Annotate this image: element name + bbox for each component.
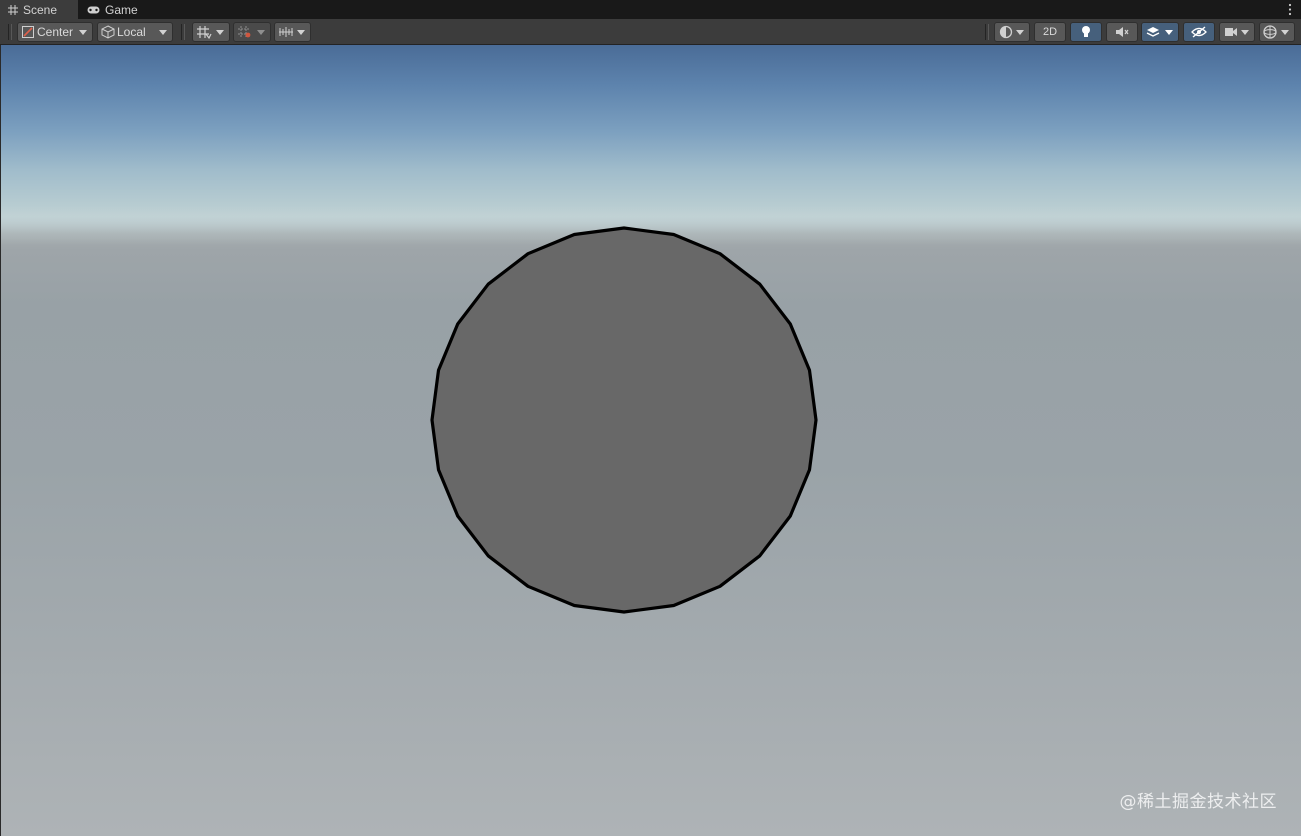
chevron-down-icon	[159, 30, 167, 35]
effects-dropdown[interactable]	[1141, 22, 1179, 42]
scene-toolbar: Center Local 2D	[0, 19, 1301, 45]
shaded-sphere-icon	[999, 25, 1013, 39]
gizmo-orb-icon	[1263, 25, 1277, 39]
layers-effects-icon	[1146, 27, 1160, 37]
sphere-object[interactable]	[429, 225, 819, 615]
camera-dropdown[interactable]	[1219, 22, 1255, 42]
chevron-down-icon	[1281, 30, 1289, 35]
tab-strip: Scene Game	[0, 0, 1301, 19]
grid-icon	[8, 5, 18, 15]
gizmos-dropdown[interactable]	[1259, 22, 1295, 42]
toolbar-grip	[8, 24, 12, 40]
toggle-2d-button[interactable]: 2D	[1034, 22, 1066, 42]
lighting-toggle-button[interactable]	[1070, 22, 1102, 42]
scene-viewport[interactable]: @稀土掘金技术社区	[0, 45, 1301, 836]
unity-scene-window: Scene Game Center Local 2D @稀土掘金技术社区	[0, 0, 1301, 836]
tab-game[interactable]: Game	[79, 0, 157, 19]
draw-mode-dropdown[interactable]	[994, 22, 1030, 42]
pivot-mode-dropdown[interactable]: Center	[17, 22, 93, 42]
chevron-down-icon	[1241, 30, 1249, 35]
snap-increment-icon	[238, 26, 251, 38]
chevron-down-icon	[79, 30, 87, 35]
pivot-center-icon	[22, 26, 34, 38]
hidden-eye-icon	[1191, 26, 1207, 38]
chevron-down-icon	[1165, 30, 1173, 35]
toggle-2d-label: 2D	[1042, 26, 1058, 38]
grid-snap-icon	[197, 26, 212, 39]
audio-mute-icon	[1116, 27, 1129, 37]
gamepad-icon	[87, 6, 100, 13]
pivot-mode-label: Center	[37, 25, 74, 39]
watermark: @稀土掘金技术社区	[1119, 792, 1277, 812]
ruler-icon	[279, 27, 293, 37]
chevron-down-icon	[1016, 30, 1024, 35]
pivot-rotation-label: Local	[117, 25, 146, 39]
chevron-down-icon	[257, 30, 265, 35]
audio-toggle-button[interactable]	[1106, 22, 1138, 42]
tab-scene-label: Scene	[23, 3, 58, 17]
scene-visibility-button[interactable]	[1183, 22, 1215, 42]
toolbar-grip	[181, 24, 185, 40]
toolbar-grip	[985, 24, 989, 40]
chevron-down-icon	[216, 30, 224, 35]
pivot-rotation-dropdown[interactable]: Local	[97, 22, 173, 42]
more-options-icon[interactable]	[1287, 3, 1293, 16]
sphere-outline	[430, 226, 818, 614]
ruler-button[interactable]	[274, 22, 311, 42]
cube-icon	[101, 25, 115, 39]
tab-scene[interactable]: Scene	[0, 0, 78, 19]
increment-snap-button[interactable]	[233, 22, 271, 42]
camera-icon	[1225, 28, 1237, 36]
lightbulb-icon	[1082, 26, 1090, 37]
tab-game-label: Game	[105, 2, 138, 17]
grid-snapping-button[interactable]	[192, 22, 230, 42]
chevron-down-icon	[297, 30, 305, 35]
